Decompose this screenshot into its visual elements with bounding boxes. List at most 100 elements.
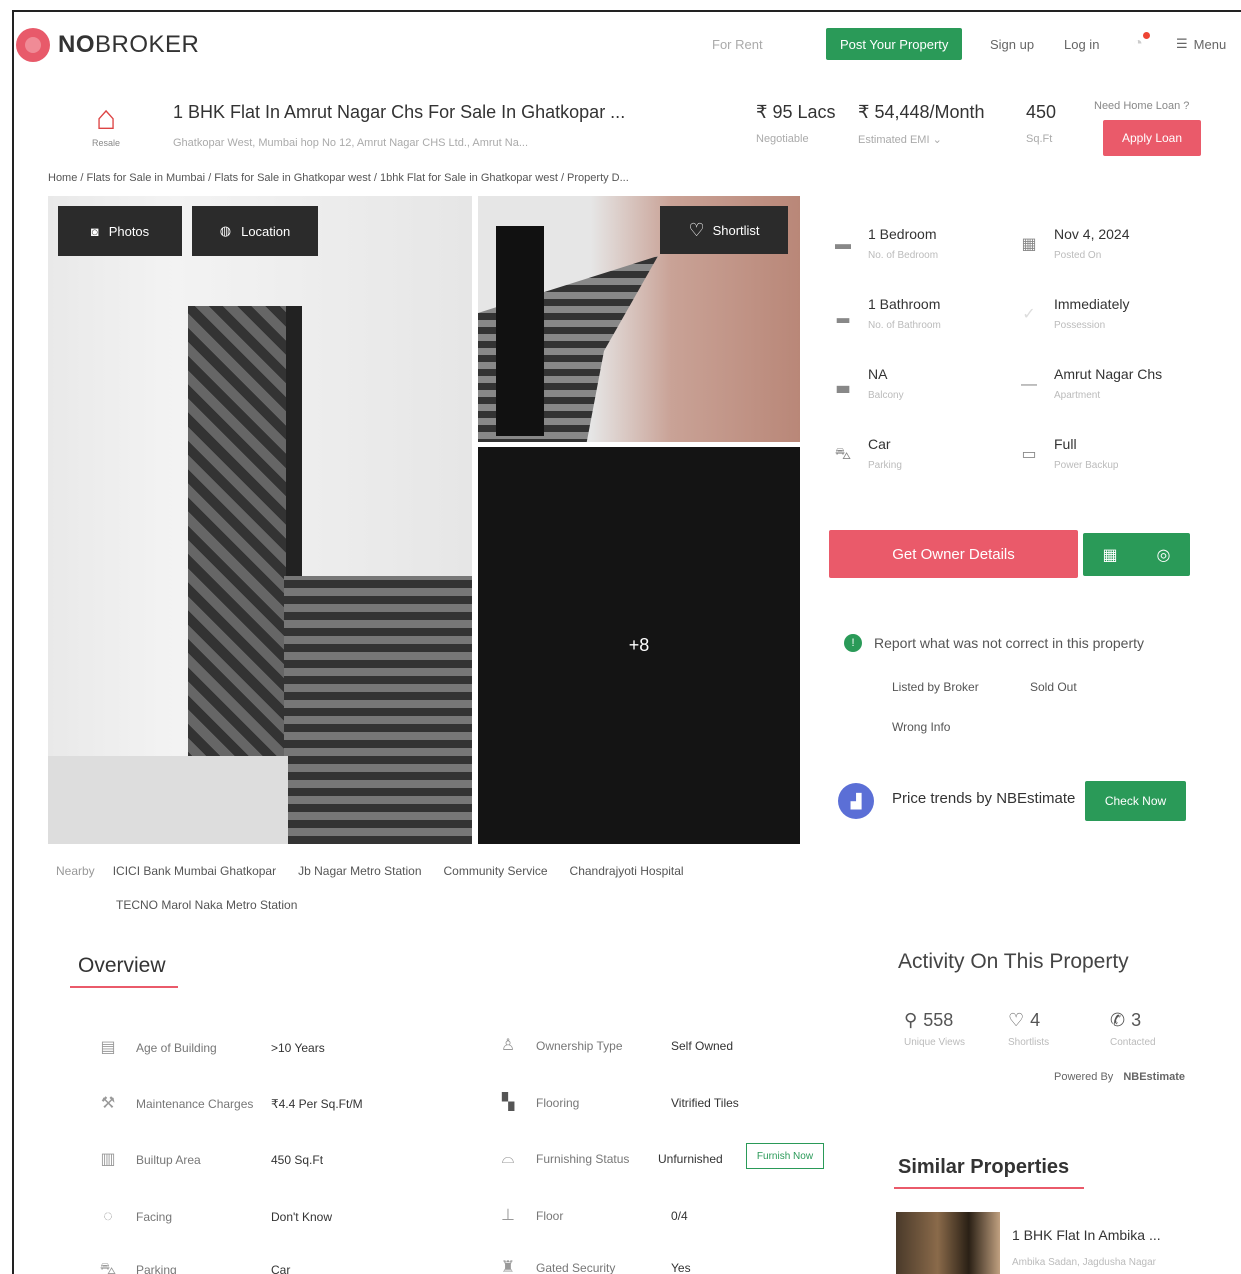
spec-label: No. of Bedroom [868,250,939,261]
similar-properties-title: Similar Properties [898,1156,1070,1178]
overview-row: ♜ Gated Security Yes [496,1256,826,1274]
building-icon: — [1021,376,1037,393]
sofa-icon: ⌓ [501,1150,515,1167]
report-option-wrong-info[interactable]: Wrong Info [892,720,950,734]
activity-label: Shortlists [1008,1037,1050,1048]
nearby-item[interactable]: TECNO Marol Naka Metro Station [116,898,297,912]
similar-property-title[interactable]: 1 BHK Flat In Ambika ... [1012,1227,1161,1243]
report-option-sold-out[interactable]: Sold Out [1030,680,1077,694]
nearby-item[interactable]: ICICI Bank Mumbai Ghatkopar [113,864,276,878]
check-now-button[interactable]: Check Now [1085,781,1186,821]
listing-address: Ghatkopar West, Mumbai hop No 12, Amrut … [173,137,529,149]
ownership-icon: ♙ [500,1037,516,1054]
overview-underline [70,986,178,988]
overview-row: ⊥ Floor 0/4 [496,1204,826,1234]
spec-label: Posted On [1054,250,1102,261]
nearby-item[interactable]: Community Service [444,864,548,878]
emi-label: Estimated EMI ⌄ [858,134,942,146]
nearby-list: Nearby ICICI Bank Mumbai Ghatkopar Jb Na… [56,864,684,878]
nearby-item[interactable]: Chandrajyoti Hospital [570,864,684,878]
spec-value: Car [868,436,891,452]
activity-views: ⚲ 558 Unique Views [904,1010,965,1048]
price-label: Negotiable [756,133,809,145]
spec-value: NA [868,366,888,382]
overview-row: ◌ Facing Don't Know [96,1205,416,1235]
nobroker-logo[interactable]: NOBROKER [16,28,199,62]
calendar-icon[interactable]: ▦ [1102,545,1117,565]
spec-label: Possession [1054,320,1106,331]
report-icon: ! [844,634,862,652]
chevron-down-icon: ⌄ [932,134,942,146]
more-photos-tile[interactable]: +8 [478,447,800,844]
overview-row: ▤ Age of Building >10 Years [96,1036,416,1066]
similar-property-photo[interactable] [896,1212,1000,1274]
price-value: ₹ 95 Lacs [756,102,836,122]
signup-link[interactable]: Sign up [990,28,1034,60]
area-stat: 450 Sq.Ft [1026,102,1056,145]
spec-posted-on: ▦ Nov 4, 2024 Posted On [1016,226,1186,276]
apply-loan-button[interactable]: Apply Loan [1103,120,1201,156]
area-value: 450 [1026,102,1057,122]
maintenance-icon: ⚒ [100,1095,116,1112]
get-owner-details-button[interactable]: Get Owner Details [829,530,1078,578]
calendar-icon: ▦ [1021,236,1037,253]
listing-title: 1 BHK Flat In Amrut Nagar Chs For Sale I… [173,102,626,122]
overview-title: Overview [78,954,166,977]
logo-mark-icon [16,28,50,62]
price-stat: ₹ 95 Lacs Negotiable [756,102,836,145]
report-row[interactable]: ! Report what was not correct in this pr… [844,634,1144,652]
heart-icon: ♡ [1008,1010,1025,1030]
compass-icon: ◌ [103,1208,113,1225]
area-icon: ▥ [100,1151,116,1168]
security-icon: ♜ [500,1259,516,1274]
overview-row: ♙ Ownership Type Self Owned [496,1034,826,1064]
battery-icon: ▭ [1021,446,1037,463]
activity-value: 3 [1131,1010,1142,1030]
spec-value: Nov 4, 2024 [1054,226,1130,242]
shortlist-button[interactable]: ♡ Shortlist [660,206,788,254]
notification-bell-icon[interactable]: ◔ [1126,28,1150,60]
area-label: Sq.Ft [1026,133,1053,145]
report-text: Report what was not correct in this prop… [874,635,1145,651]
powered-by: Powered By NBEstimate [1054,1071,1186,1083]
activity-value: 558 [923,1010,954,1030]
nbestimate-logo: NBEstimate [1123,1071,1186,1083]
spec-bedroom: ▬ 1 Bedroom No. of Bedroom [830,226,1000,276]
menu-button[interactable]: ☰ Menu [1176,28,1226,60]
overview-row: ⛍ Parking Car [96,1258,416,1274]
resale-label: Resale [91,138,120,148]
spec-value: Amrut Nagar Chs [1054,366,1163,382]
spec-value: Full [1054,436,1077,452]
spec-balcony: ▃ NA Balcony [830,366,1000,416]
resale-badge: ⌂ Resale [84,98,128,148]
photos-button[interactable]: ◙ Photos [58,206,182,256]
menu-label: Menu [1193,36,1227,52]
emi-stat[interactable]: ₹ 54,448/Month Estimated EMI ⌄ [858,102,985,146]
sofa-icon: ▃ [836,376,850,393]
chat-icon[interactable]: ◎ [1157,545,1171,565]
schedule-chat-buttons: ▦ ◎ [1083,533,1190,576]
furnish-now-button[interactable]: Furnish Now [746,1143,824,1169]
post-property-button[interactable]: Post Your Property [826,28,963,60]
nearby-item[interactable]: Jb Nagar Metro Station [298,864,421,878]
overview-row: ▥ Builtup Area 450 Sq.Ft [96,1148,416,1178]
report-option-listed-by-broker[interactable]: Listed by Broker [892,680,979,694]
nearby-label: Nearby [56,864,95,878]
breadcrumb[interactable]: Home / Flats for Sale in Mumbai / Flats … [48,172,629,184]
spec-parking: ⛍ Car Parking [830,436,1000,486]
photos-label: Photos [108,223,150,239]
main-property-photo[interactable] [48,196,472,844]
similar-underline [894,1187,1084,1189]
spec-apartment: — Amrut Nagar Chs Apartment [1016,366,1186,416]
emi-value: ₹ 54,448/Month [858,102,985,122]
activity-contacted: ✆ 3 Contacted [1110,1010,1156,1048]
activity-shortlists: ♡ 4 Shortlists [1008,1010,1049,1048]
overview-row: ⌓ Furnishing Status Unfurnished [496,1147,746,1177]
bed-icon: ▬ [835,236,851,253]
phone-icon: ✆ [1110,1010,1126,1030]
overview-row: ▚ Flooring Vitrified Tiles [496,1091,826,1121]
nav-rent-link[interactable]: For Rent [712,28,763,60]
location-button[interactable]: ◍ Location [192,206,318,256]
user-icon: ⚲ [904,1010,918,1030]
login-link[interactable]: Log in [1064,28,1099,60]
